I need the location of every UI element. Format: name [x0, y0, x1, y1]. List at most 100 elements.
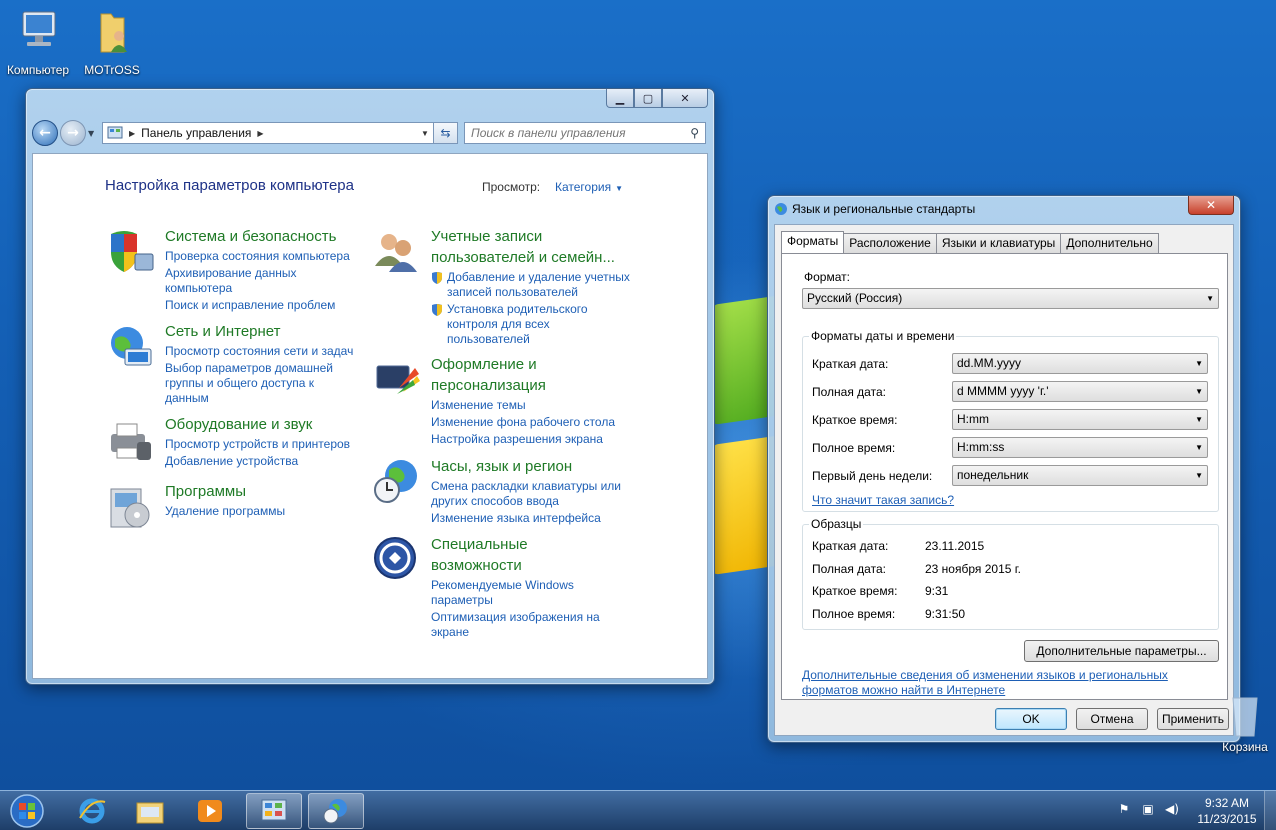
notation-help-link[interactable]: Что значит такая запись? — [812, 493, 954, 507]
tab-administrative[interactable]: Дополнительно — [1060, 233, 1159, 253]
tab-keyboards-languages[interactable]: Языки и клавиатуры — [935, 233, 1062, 253]
category-title[interactable]: Оборудование и звук — [165, 414, 350, 435]
category-programs: Программы Удаление программы — [105, 481, 365, 533]
ok-button[interactable]: OK — [995, 708, 1067, 730]
close-button[interactable]: ✕ — [662, 89, 708, 108]
more-info-link-continued[interactable]: форматов можно найти в Интернете — [802, 683, 1005, 697]
category-link[interactable]: Просмотр устройств и принтеров — [165, 437, 350, 452]
personalization-icon — [376, 365, 420, 394]
category-link[interactable]: Установка родительского контроля для все… — [431, 302, 641, 347]
format-select-value: Русский (Россия) — [807, 291, 903, 305]
window-caption-buttons: ▁ ▢ ✕ — [606, 89, 708, 108]
users-icon — [375, 234, 417, 272]
category-hardware-sound: Оборудование и звук Просмотр устройств и… — [105, 414, 365, 469]
taskbar-control-panel[interactable] — [246, 793, 302, 829]
category-link[interactable]: Поиск и исправление проблем — [165, 298, 350, 313]
category-title[interactable]: Сеть и Интернет — [165, 321, 353, 342]
category-link[interactable]: Рекомендуемые Windows параметры — [431, 578, 611, 608]
taskbar-media-player[interactable] — [182, 793, 238, 829]
short-time-select[interactable]: H:mm ▼ — [952, 409, 1208, 430]
close-button[interactable]: ✕ — [1188, 196, 1234, 215]
category-link[interactable]: Просмотр состояния сети и задач — [165, 344, 353, 359]
minimize-button[interactable]: ▁ — [606, 89, 634, 108]
control-panel-icon — [107, 126, 123, 139]
cancel-button[interactable]: Отмена — [1076, 708, 1148, 730]
category-link[interactable]: Добавление и удаление учетных записей по… — [431, 270, 641, 300]
start-button[interactable] — [4, 792, 50, 830]
category-link[interactable]: Проверка состояния компьютера — [165, 249, 350, 264]
first-day-value: понедельник — [957, 468, 1029, 482]
view-by-dropdown[interactable]: Категория ▼ — [555, 180, 623, 194]
category-title[interactable]: Система и безопасность — [165, 226, 350, 247]
category-title[interactable]: Программы — [165, 481, 285, 502]
desktop-icon-recycle-bin[interactable]: Корзина — [1214, 690, 1276, 754]
search-icon[interactable]: ⚲ — [690, 126, 699, 140]
chevron-down-icon: ▼ — [1195, 359, 1203, 368]
category-link[interactable]: Смена раскладки клавиатуры или других сп… — [431, 479, 641, 509]
category-title[interactable]: Оформление и персонализация — [431, 354, 641, 396]
chevron-down-icon: ▼ — [1195, 443, 1203, 452]
taskbar-clock[interactable]: 9:32 AM 11/23/2015 — [1196, 795, 1258, 827]
taskbar-internet-explorer[interactable] — [64, 793, 120, 829]
network-icon[interactable]: ▣ — [1140, 801, 1156, 817]
category-link[interactable]: Настройка разрешения экрана — [431, 432, 641, 447]
clock-time: 9:32 AM — [1204, 796, 1250, 810]
taskbar-region-settings[interactable] — [308, 793, 364, 829]
volume-icon[interactable]: ◀) — [1164, 801, 1180, 817]
breadcrumb-item[interactable]: Панель управления — [141, 126, 251, 140]
internet-explorer-icon — [79, 798, 106, 824]
short-date-select[interactable]: dd.MM.yyyy ▼ — [952, 353, 1208, 374]
breadcrumb-arrow-icon[interactable]: ▶ — [257, 129, 263, 138]
show-desktop-button[interactable] — [1264, 791, 1276, 830]
category-title[interactable]: Часы, язык и регион — [431, 456, 641, 477]
desktop-icon-computer[interactable]: Компьютер — [0, 6, 76, 77]
tab-location[interactable]: Расположение — [843, 233, 937, 253]
breadcrumb-arrow-icon[interactable]: ▶ — [129, 129, 135, 138]
category-link[interactable]: Изменение темы — [431, 398, 641, 413]
advanced-settings-button[interactable]: Дополнительные параметры... — [1024, 640, 1219, 662]
recent-pages-dropdown[interactable]: ▼ — [88, 129, 98, 138]
address-bar[interactable]: ▶ Панель управления ▶ ▼ — [102, 122, 434, 144]
back-button[interactable]: ← — [32, 120, 58, 146]
category-title[interactable]: Специальные возможности — [431, 534, 611, 576]
security-shield-icon — [111, 231, 154, 272]
category-link[interactable]: Изменение языка интерфейса — [431, 511, 641, 526]
category-user-accounts: Учетные записи пользователей и семейн...… — [371, 226, 641, 347]
address-dropdown-icon[interactable]: ▼ — [417, 129, 433, 138]
action-center-icon[interactable]: ⚑ — [1116, 801, 1132, 817]
taskbar: ⚑ ▣ ◀) 9:32 AM 11/23/2015 — [0, 790, 1276, 830]
long-date-select[interactable]: d MMMM yyyy 'г.' ▼ — [952, 381, 1208, 402]
long-date-value: d MMMM yyyy 'г.' — [957, 384, 1049, 398]
category-link-text: Добавление и удаление учетных записей по… — [447, 270, 630, 299]
category-system-security: Система и безопасность Проверка состояни… — [105, 226, 365, 313]
category-link[interactable]: Архивирование данных компьютера — [165, 266, 305, 296]
category-link[interactable]: Добавление устройства — [165, 454, 350, 469]
search-input[interactable] — [471, 126, 691, 140]
page-title: Настройка параметров компьютера — [105, 177, 354, 194]
control-panel-icon — [261, 799, 287, 821]
desktop-icon-user-folder[interactable]: MOTrOSS — [74, 6, 150, 77]
category-link[interactable]: Удаление программы — [165, 504, 285, 519]
search-box[interactable]: ⚲ — [464, 122, 706, 144]
category-title[interactable]: Учетные записи пользователей и семейн... — [431, 226, 641, 268]
category-link[interactable]: Оптимизация изображения на экране — [431, 610, 611, 640]
refresh-button[interactable]: ⇆ — [434, 122, 458, 144]
more-info-link[interactable]: Дополнительные сведения об изменении язы… — [802, 668, 1168, 682]
forward-button[interactable]: → — [60, 120, 86, 146]
taskbar-explorer[interactable] — [122, 793, 178, 829]
programs-icon — [110, 488, 150, 528]
format-select[interactable]: Русский (Россия) ▼ — [802, 288, 1219, 309]
short-date-value: dd.MM.yyyy — [957, 356, 1022, 370]
formats-panel: Формат: Русский (Россия) ▼ Форматы даты … — [781, 253, 1228, 700]
maximize-button[interactable]: ▢ — [634, 89, 662, 108]
system-tray: ⚑ ▣ ◀) — [1116, 801, 1180, 817]
first-day-select[interactable]: понедельник ▼ — [952, 465, 1208, 486]
category-link[interactable]: Выбор параметров домашней группы и общег… — [165, 361, 345, 406]
desktop-icon-label: Корзина — [1222, 740, 1268, 754]
tab-formats[interactable]: Форматы — [781, 231, 845, 253]
long-time-select[interactable]: H:mm:ss ▼ — [952, 437, 1208, 458]
clock-date: 11/23/2015 — [1197, 812, 1257, 826]
category-link[interactable]: Изменение фона рабочего стола — [431, 415, 641, 430]
uac-shield-icon — [432, 304, 442, 316]
sample-label: Краткая дата: — [812, 539, 889, 553]
